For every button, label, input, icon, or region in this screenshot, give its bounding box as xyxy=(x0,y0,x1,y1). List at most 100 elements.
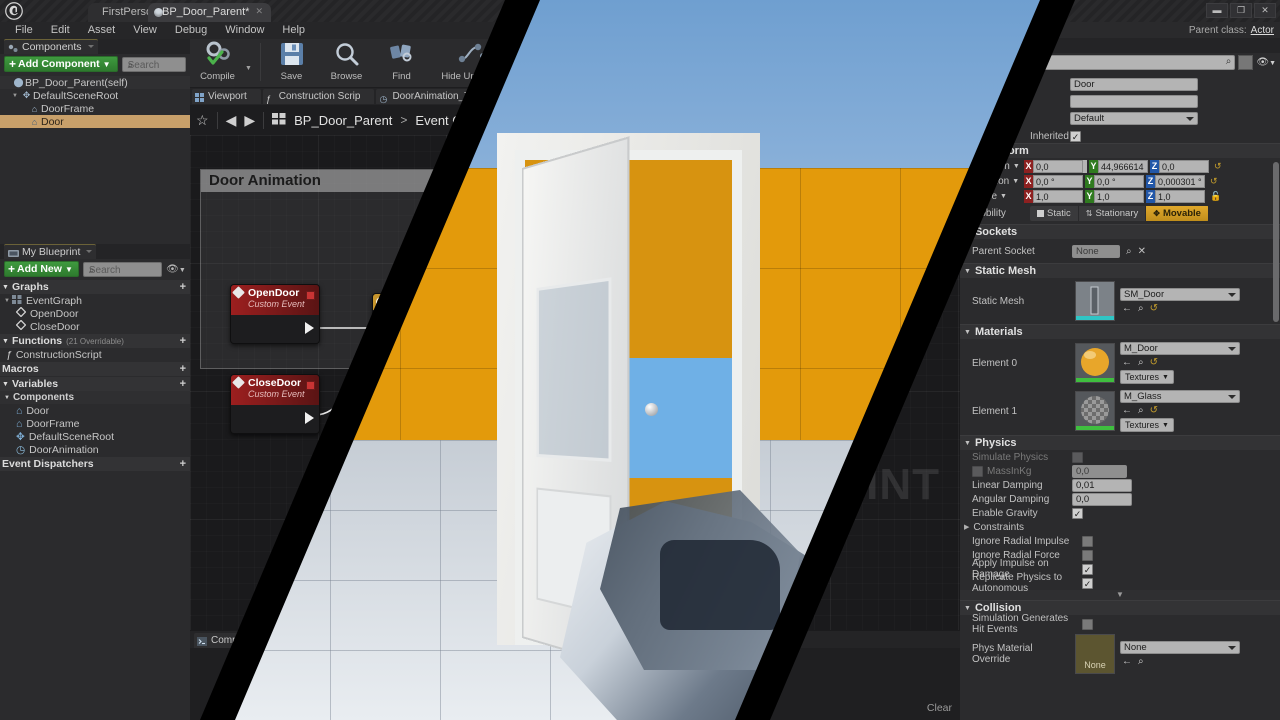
lock-icon[interactable]: 🔓 xyxy=(1210,191,1221,202)
section-materials[interactable]: ▼ Materials xyxy=(960,324,1280,339)
breadcrumb-root[interactable]: BP_Door_Parent xyxy=(294,113,392,128)
static-mesh-thumbnail[interactable] xyxy=(1075,281,1115,321)
section-macros[interactable]: Macros + xyxy=(0,362,190,376)
item-var-doorframe[interactable]: ⌂ DoorFrame xyxy=(0,417,190,430)
tree-item-self[interactable]: ⬤ BP_Door_Parent(self) xyxy=(0,76,190,89)
hide-unrelated-dropdown-icon[interactable]: ▼ xyxy=(517,65,529,72)
browse-icon[interactable]: ⌕ xyxy=(1138,405,1144,416)
pin-extra[interactable] xyxy=(373,378,463,395)
enable-gravity-checkbox[interactable]: ✓ xyxy=(1072,507,1083,519)
close-button[interactable]: ✕ xyxy=(1254,3,1276,18)
add-macro-button[interactable]: + xyxy=(180,363,186,375)
expand-arrow-icon[interactable]: ▼ xyxy=(12,93,20,99)
section-static-mesh[interactable]: ▼ Static Mesh xyxy=(960,263,1280,278)
pin-play[interactable]: Play xyxy=(373,310,463,327)
chevron-down-icon[interactable]: ▼ xyxy=(1013,163,1020,170)
menu-asset[interactable]: Asset xyxy=(79,22,125,39)
scale-z[interactable]: Z 1,0 xyxy=(1146,190,1205,203)
search-icon[interactable]: ⌕ xyxy=(1126,246,1132,257)
mass-value[interactable]: 0,0 xyxy=(1072,464,1127,478)
menu-window[interactable]: Window xyxy=(216,22,273,39)
node-delegate-pin[interactable] xyxy=(306,381,315,390)
tab-viewport[interactable]: Viewport xyxy=(192,89,261,104)
clear-icon[interactable]: ✕ xyxy=(1138,246,1146,257)
menu-edit[interactable]: Edit xyxy=(42,22,79,39)
add-graph-button[interactable]: + xyxy=(180,281,186,293)
find-button[interactable]: Find xyxy=(374,41,429,82)
section-physics[interactable]: ▼ Physics xyxy=(960,435,1280,450)
arrow-left-icon[interactable]: ◀ xyxy=(226,112,237,129)
material-1-textures-button[interactable]: Textures ▼ xyxy=(1120,418,1174,432)
item-var-defaultsceneroot[interactable]: ✥ DefaultSceneRoot xyxy=(0,430,190,443)
tree-item-doorframe[interactable]: ⌂ DoorFrame xyxy=(0,102,190,115)
item-eventgraph[interactable]: ▼ EventGraph xyxy=(0,294,190,307)
component-tag-field[interactable] xyxy=(1070,95,1198,108)
add-component-button[interactable]: + Add Component ▼ xyxy=(4,56,118,72)
class-settings-button[interactable]: Class Settin xyxy=(536,41,598,82)
breadcrumb-current[interactable]: Event Graph xyxy=(415,113,488,128)
material-0-textures-button[interactable]: Textures ▼ xyxy=(1120,370,1174,384)
mobility-stationary[interactable]: ⇅ Stationary xyxy=(1078,206,1147,221)
rotation-y[interactable]: Y 0,0 ° xyxy=(1085,175,1144,188)
tab-construction-script[interactable]: ƒ Construction Scrip xyxy=(262,89,375,104)
material-0-combo[interactable]: M_Door xyxy=(1120,342,1240,355)
node-dooranimation-timeline[interactable]: DoorAn Play Play St R xyxy=(372,293,464,396)
details-scrollbar[interactable] xyxy=(1273,162,1279,322)
close-icon[interactable]: ✕ xyxy=(255,7,264,16)
section-variables[interactable]: ▼ Variables + xyxy=(0,377,190,391)
maximize-button[interactable]: ❐ xyxy=(1230,3,1252,18)
section-event-dispatchers[interactable]: Event Dispatchers + xyxy=(0,457,190,471)
exec-output-pin[interactable] xyxy=(305,322,314,334)
mobility-selector[interactable]: Static ⇅ Stationary ✥ Movable xyxy=(1030,206,1209,221)
details-filter-button[interactable]: 👁▼ xyxy=(1256,57,1276,68)
browse-icon[interactable]: ⌕ xyxy=(1138,303,1144,314)
use-selected-icon[interactable]: ← xyxy=(1122,357,1132,368)
browse-icon[interactable]: ⌕ xyxy=(1138,656,1144,667)
menu-help[interactable]: Help xyxy=(273,22,314,39)
tab-components[interactable]: Components xyxy=(4,39,98,54)
reset-icon[interactable]: ↺ xyxy=(1150,357,1158,368)
location-y[interactable]: Y 44,966614 xyxy=(1089,160,1148,173)
use-selected-icon[interactable]: ← xyxy=(1122,303,1132,314)
mass-override-checkbox[interactable] xyxy=(972,465,983,477)
tab-event-graph[interactable] xyxy=(490,89,513,104)
sim-hit-events-checkbox[interactable] xyxy=(1082,618,1093,630)
ignore-radial-impulse-checkbox[interactable] xyxy=(1082,535,1093,547)
chevron-down-icon[interactable]: ▼ xyxy=(1000,193,1007,200)
parent-socket-value[interactable]: None xyxy=(1072,244,1120,258)
add-variable-button[interactable]: + xyxy=(180,378,186,390)
phys-material-thumbnail[interactable]: None xyxy=(1075,634,1115,674)
comment-title[interactable]: Door Animation xyxy=(201,170,549,192)
menu-debug[interactable]: Debug xyxy=(166,22,216,39)
star-icon[interactable]: ☆ xyxy=(196,112,209,129)
use-selected-icon[interactable]: ← xyxy=(1122,656,1132,667)
angular-damping-value[interactable]: 0,0 xyxy=(1072,492,1132,506)
mobility-movable[interactable]: ✥ Movable xyxy=(1146,206,1209,221)
components-search-input[interactable]: Search ⌕ xyxy=(121,56,186,72)
section-functions[interactable]: ▼ Functions (21 Overridable) + xyxy=(0,334,190,348)
reset-icon[interactable]: ↺ xyxy=(1150,405,1158,416)
tab-compiler-results[interactable]: Compiler Results xyxy=(194,633,302,648)
exec-output-pin[interactable] xyxy=(305,412,314,424)
section-sockets[interactable]: ▼ Sockets xyxy=(960,224,1280,239)
category-combo[interactable]: Default xyxy=(1070,112,1198,125)
browse-icon[interactable]: ⌕ xyxy=(1138,357,1144,368)
tab-my-blueprint[interactable]: My Blueprint xyxy=(4,244,97,259)
pin-play-from-start[interactable]: Play xyxy=(373,327,463,344)
arrow-right-icon[interactable]: ▶ xyxy=(244,112,255,129)
reset-icon[interactable]: ↺ xyxy=(1210,176,1218,187)
pin-reverse[interactable]: R xyxy=(373,361,463,378)
rotation-x[interactable]: X 0,0 ° xyxy=(1024,175,1083,188)
material-0-thumbnail[interactable] xyxy=(1075,343,1115,383)
apply-impulse-checkbox[interactable]: ✓ xyxy=(1082,563,1093,575)
save-button[interactable]: Save xyxy=(264,41,319,82)
use-selected-icon[interactable]: ← xyxy=(1122,405,1132,416)
reset-icon[interactable]: ↺ xyxy=(1214,161,1222,172)
section-transform[interactable]: ▼ Transform xyxy=(960,143,1280,158)
tree-item-door[interactable]: ⌂ Door xyxy=(0,115,190,128)
parent-class-value[interactable]: Actor xyxy=(1251,25,1274,36)
add-function-button[interactable]: + xyxy=(180,335,186,347)
section-graphs[interactable]: ▼ Graphs + xyxy=(0,280,190,294)
material-1-thumbnail[interactable] xyxy=(1075,391,1115,431)
visibility-options-button[interactable]: 👁▼ xyxy=(166,264,186,275)
